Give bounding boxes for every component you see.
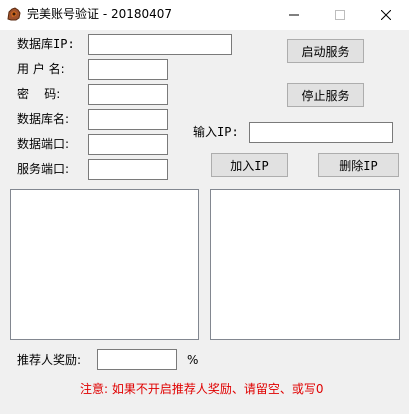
ip-listbox[interactable] <box>210 189 400 340</box>
maximize-button[interactable] <box>317 0 363 30</box>
window-title: 完美账号验证 - 20180407 <box>27 7 173 21</box>
percent-unit: % <box>187 353 199 367</box>
note-text: 注意: 如果不开启推荐人奖励、请留空、或写0 <box>80 382 324 396</box>
db-port-input[interactable] <box>88 134 168 155</box>
reward-label: 推荐人奖励: <box>17 353 82 367</box>
close-icon <box>381 10 391 20</box>
maximize-icon <box>335 10 345 20</box>
ip-input-label: 输入IP: <box>193 125 239 139</box>
minimize-button[interactable] <box>271 0 317 30</box>
stop-service-button[interactable]: 停止服务 <box>287 83 364 107</box>
service-port-input[interactable] <box>88 159 168 180</box>
username-input[interactable] <box>88 59 168 80</box>
add-ip-button[interactable]: 加入IP <box>211 153 288 177</box>
delete-ip-button[interactable]: 删除IP <box>318 153 399 177</box>
minimize-icon <box>289 10 299 20</box>
username-label: 用 户 名: <box>17 62 65 76</box>
close-button[interactable] <box>363 0 409 30</box>
password-input[interactable] <box>88 84 168 105</box>
app-logo-icon <box>6 6 22 22</box>
db-name-label: 数据库名: <box>17 112 70 126</box>
start-service-button[interactable]: 启动服务 <box>287 39 364 63</box>
db-ip-label: 数据库IP: <box>17 37 75 51</box>
db-ip-input[interactable] <box>88 34 232 55</box>
service-port-label: 服务端口: <box>17 162 70 176</box>
password-label: 密 码: <box>17 87 61 101</box>
db-port-label: 数据端口: <box>17 137 70 151</box>
reward-input[interactable] <box>97 349 177 370</box>
title-bar[interactable]: 完美账号验证 - 20180407 <box>0 0 409 30</box>
db-name-input[interactable] <box>88 109 168 130</box>
left-listbox[interactable] <box>10 189 199 340</box>
ip-input[interactable] <box>249 122 393 143</box>
